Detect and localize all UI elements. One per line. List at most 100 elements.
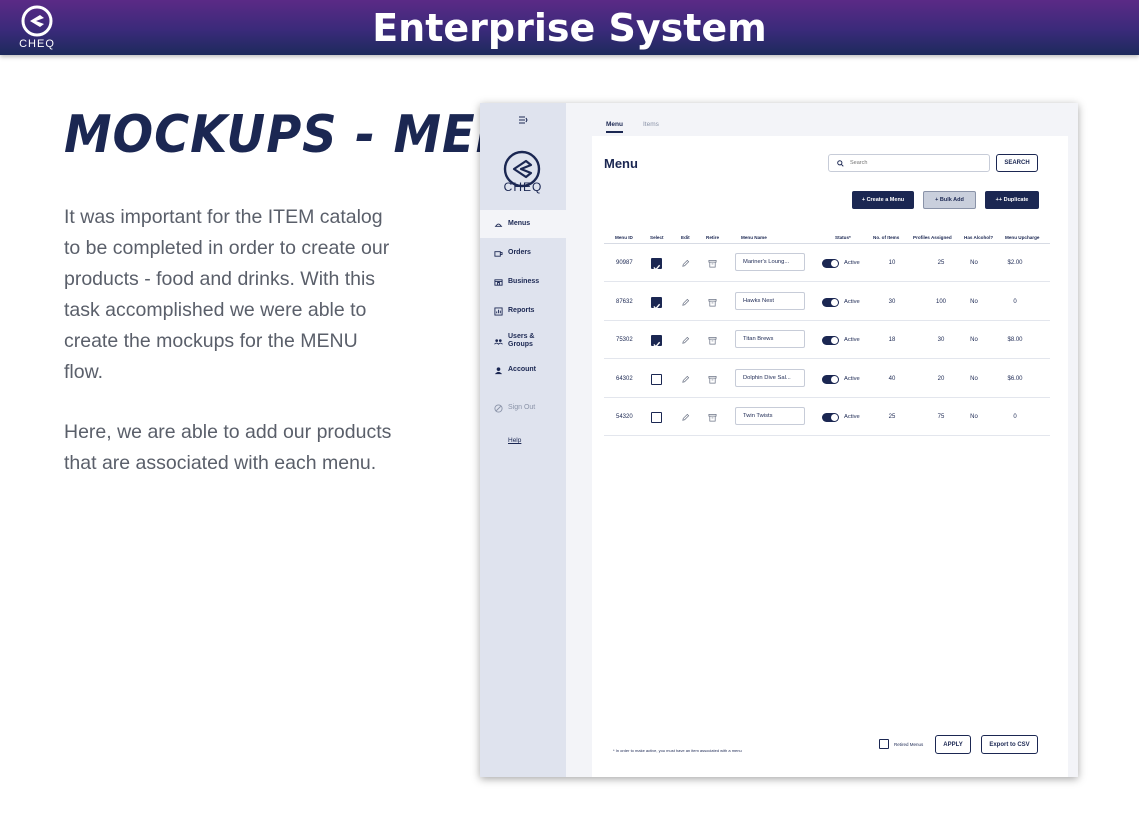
status-label: Active [844, 414, 860, 420]
sidebar-item-reports[interactable]: Reports [480, 297, 566, 325]
status-label: Active [844, 375, 860, 382]
profiles-assigned: 25 [937, 260, 945, 266]
search-button[interactable]: SEARCH [996, 154, 1038, 172]
menu-id: 87632 [616, 298, 633, 305]
status-label: Active [844, 337, 860, 343]
status-label: Active [844, 298, 860, 305]
menu-dish-icon [494, 223, 503, 227]
menu-id: 54320 [616, 414, 633, 420]
menu-upcharge: $6.00 [1007, 375, 1023, 382]
header-retire: Retire [706, 235, 720, 240]
table-row: 75302 Titan Brews Active 18 30 No $8.00 [604, 321, 1050, 359]
status-toggle[interactable] [822, 297, 839, 307]
archive-icon[interactable] [708, 336, 717, 345]
users-icon [494, 338, 503, 345]
no-of-items: 10 [888, 260, 896, 266]
help-link[interactable]: Help [508, 437, 521, 444]
table-row: 87632 Hawks Nest Active 30 100 No 0 [604, 283, 1050, 321]
retired-menus-label: Retired Menus [894, 742, 924, 747]
has-alcohol: No [970, 260, 978, 266]
check-icon [653, 341, 661, 348]
header-edit: Edit [681, 235, 690, 240]
retired-menus-checkbox[interactable] [879, 739, 889, 749]
user-icon [494, 366, 503, 374]
status-toggle[interactable] [822, 336, 839, 345]
select-checkbox[interactable] [651, 412, 662, 423]
sidebar-item-label: Account [508, 366, 536, 373]
status-toggle[interactable] [822, 374, 839, 384]
select-checkbox[interactable] [651, 373, 662, 385]
edit-pencil-icon[interactable] [681, 336, 690, 345]
slide-paragraph-1: It was important for the ITEM catalog to… [64, 206, 390, 383]
sidebar-item-orders[interactable]: Orders [480, 239, 566, 267]
search-box [828, 154, 990, 172]
select-checkbox[interactable] [651, 335, 662, 348]
sign-out-icon [494, 403, 503, 413]
archive-icon[interactable] [708, 259, 717, 268]
no-of-items: 30 [888, 298, 896, 305]
bulk-add-button[interactable]: + Bulk Add [923, 191, 976, 209]
chart-icon [494, 306, 503, 316]
check-icon [653, 264, 661, 271]
sign-out-link[interactable]: Sign Out [480, 394, 566, 422]
archive-icon[interactable] [708, 298, 717, 307]
menu-name-field[interactable]: Titan Brews [735, 330, 805, 348]
edit-pencil-icon[interactable] [681, 298, 690, 307]
export-csv-button[interactable]: Export to CSV [981, 735, 1038, 754]
sidebar-item-account[interactable]: Account [480, 356, 566, 384]
create-menu-button[interactable]: + Create a Menu [852, 191, 914, 209]
menu-name-field[interactable]: Mariner's Loung... [735, 253, 805, 271]
status-toggle[interactable] [822, 413, 839, 422]
search-input[interactable] [850, 160, 980, 166]
tab-items[interactable]: Items [643, 121, 659, 128]
menu-upcharge: 0 [1013, 414, 1017, 420]
store-icon [494, 278, 503, 286]
menu-upcharge: 0 [1013, 298, 1017, 305]
menu-upcharge: $8.00 [1007, 337, 1023, 343]
menu-id: 90987 [616, 260, 633, 266]
menu-mockup: CHEQ Menus Orders Business Reports Users… [480, 103, 1078, 777]
table-row: 90987 Mariner's Loung... Active 10 25 No $2.00 [604, 244, 1050, 282]
sidebar-item-menus[interactable]: Menus [480, 210, 566, 238]
edit-pencil-icon[interactable] [681, 413, 690, 422]
duplicate-button[interactable]: ++ Duplicate [985, 191, 1039, 209]
menu-id: 64302 [616, 375, 633, 382]
sidebar-item-label: Users & Groups [508, 333, 535, 348]
edit-pencil-icon[interactable] [681, 375, 690, 384]
has-alcohol: No [970, 375, 978, 382]
check-icon [653, 303, 661, 310]
header-has-alcohol: Has Alcohol? [964, 235, 994, 240]
tab-menu[interactable]: Menu [606, 121, 623, 133]
collapse-menu-icon[interactable] [518, 115, 528, 125]
sidebar-item-label: Menus [508, 220, 531, 227]
select-checkbox[interactable] [651, 296, 662, 310]
header-banner: CHEQ Enterprise System [0, 0, 1139, 55]
select-checkbox[interactable] [651, 258, 662, 271]
header-status: Status* [835, 235, 851, 240]
has-alcohol: No [970, 298, 978, 305]
menu-name-field[interactable]: Dolphin Dive Sal... [735, 368, 805, 387]
sidebar-item-label: Business [508, 278, 540, 285]
banner-title: Enterprise System [372, 6, 767, 50]
sidebar-item-users-groups[interactable]: Users & Groups [480, 327, 540, 355]
no-of-items: 18 [888, 337, 896, 343]
profiles-assigned: 75 [937, 414, 945, 420]
sidebar-item-label: Orders [508, 249, 531, 256]
sidebar-item-business[interactable]: Business [480, 268, 566, 296]
header-menu-upcharge: Menu Upcharge [1005, 235, 1040, 240]
header-no-of-items: No. of Items [873, 235, 900, 240]
archive-icon[interactable] [708, 413, 717, 422]
menu-name-field[interactable]: Hawks Nest [735, 291, 805, 310]
menu-content: Menu SEARCH + Create a Menu + Bulk Add +… [592, 136, 1068, 777]
apply-button[interactable]: APPLY [935, 735, 971, 754]
menu-name-field[interactable]: Twin Twists [735, 407, 805, 425]
profiles-assigned: 100 [935, 298, 946, 305]
coffee-cup-icon [494, 250, 503, 257]
sidebar-logo-text: CHEQ [503, 180, 543, 194]
archive-icon[interactable] [708, 375, 717, 384]
menu-upcharge: $2.00 [1007, 260, 1023, 266]
menu-id: 75302 [616, 337, 633, 343]
no-of-items: 25 [888, 414, 896, 420]
status-toggle[interactable] [822, 259, 839, 268]
edit-pencil-icon[interactable] [681, 259, 690, 268]
